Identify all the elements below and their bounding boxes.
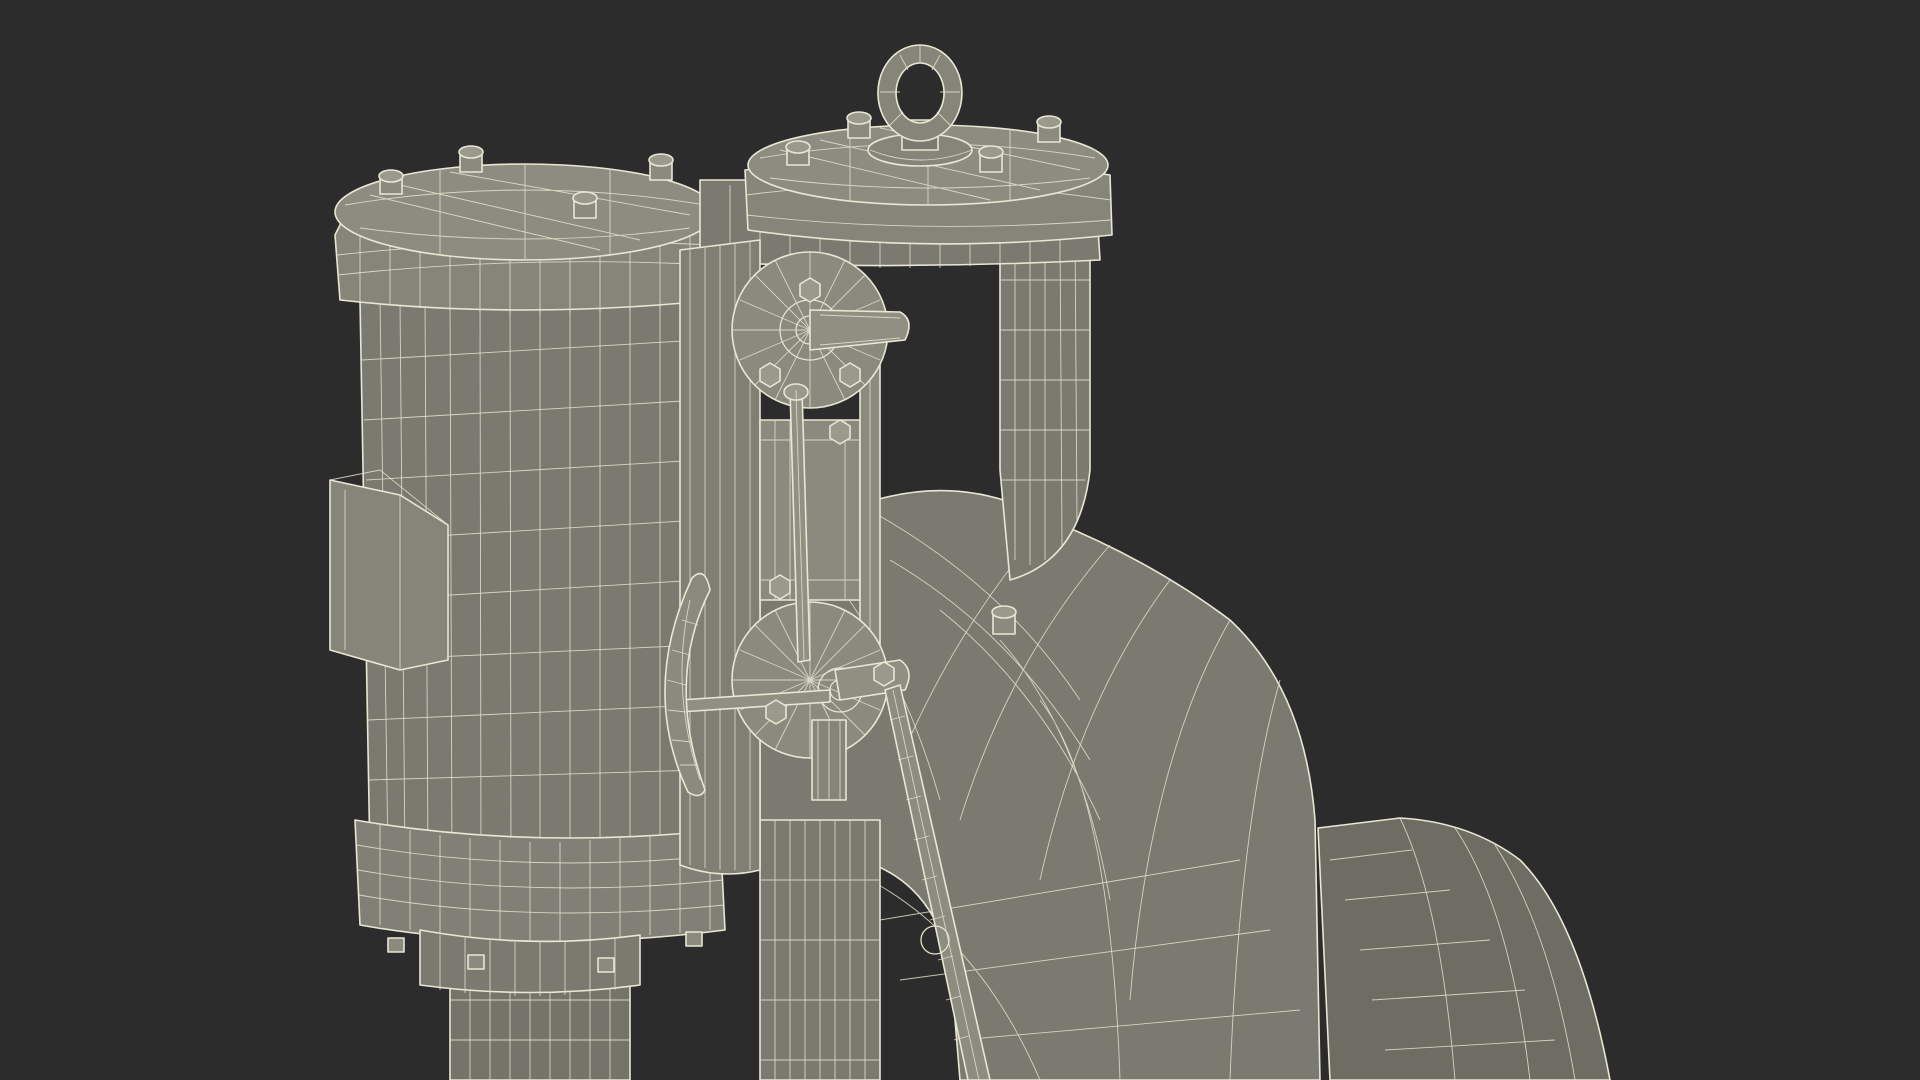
forging-hammer-model: [0, 0, 1920, 1080]
left-cylinder: [329, 264, 726, 996]
render-viewport: [0, 0, 1920, 1080]
